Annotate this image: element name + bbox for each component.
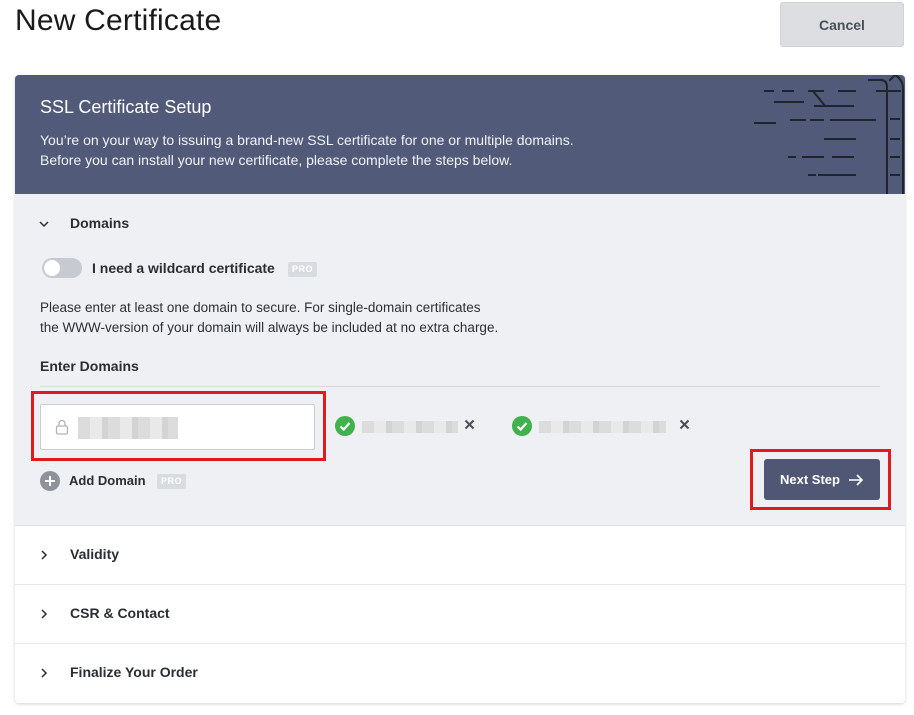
section-validity[interactable]: Validity [15,526,905,585]
domain-help-text: Please enter at least one domain to secu… [40,300,499,335]
close-icon[interactable] [464,419,475,430]
toggle-knob [44,260,60,276]
next-step-label: Next Step [780,472,840,487]
arrow-right-icon [848,473,864,486]
page-title: New Certificate [15,4,222,37]
wildcard-toggle[interactable] [42,258,82,278]
close-icon[interactable] [679,419,690,430]
domains-divider [40,386,880,387]
domain-chip-text [539,421,666,433]
chevron-right-icon [41,550,48,560]
section-finalize-order[interactable]: Finalize Your Order [15,644,905,703]
banner-title: SSL Certificate Setup [40,97,212,117]
section-title-finalize-order: Finalize Your Order [70,664,198,680]
chevron-down-icon[interactable] [37,217,51,231]
certificate-card: SSL Certificate Setup You’re on your way… [15,75,905,703]
section-title-validity: Validity [70,546,120,562]
section-csr-contact[interactable]: CSR & Contact [15,585,905,644]
domain-input[interactable] [40,404,315,450]
plus-circle-icon [40,471,60,491]
circuit-decoration-icon [754,75,904,194]
domain-chip [512,416,692,436]
domain-chip-text [362,421,458,433]
cancel-button[interactable]: Cancel [780,2,904,47]
section-title-domains[interactable]: Domains [70,215,129,231]
chevron-right-icon [41,609,48,619]
chevron-right-icon [41,668,48,678]
domain-input-value [78,417,178,439]
pro-badge: PRO [288,262,318,277]
lock-icon [55,419,69,435]
domain-chip [335,416,475,436]
banner-description: You’re on your way to issuing a brand-ne… [40,132,574,168]
pro-badge: PRO [157,474,187,489]
add-domain-label: Add Domain [69,473,146,488]
next-step-button[interactable]: Next Step [764,459,880,500]
enter-domains-label: Enter Domains [40,358,139,374]
domains-section: Domains I need a wildcard certificate PR… [15,194,905,526]
check-circle-icon [512,416,532,436]
setup-banner: SSL Certificate Setup You’re on your way… [15,75,905,194]
check-circle-icon [335,416,355,436]
section-title-csr-contact: CSR & Contact [70,605,170,621]
wildcard-label: I need a wildcard certificate [92,260,275,276]
